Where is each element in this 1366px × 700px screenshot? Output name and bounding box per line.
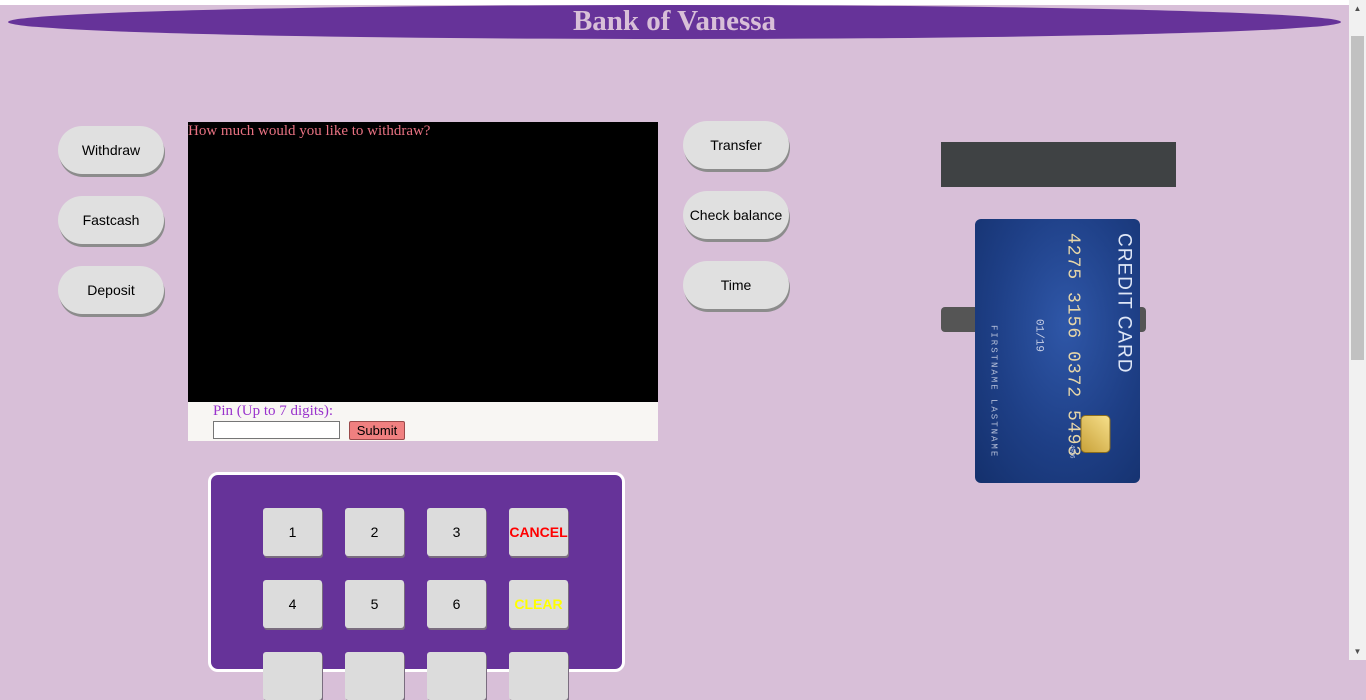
triangle-up-icon[interactable]: ▲ — [1349, 0, 1366, 17]
key-5[interactable]: 5 — [345, 580, 404, 628]
screen-message: How much would you like to withdraw? — [188, 123, 431, 139]
atm-screen: How much would you like to withdraw? — [188, 122, 658, 402]
card-holder: FIRSTNAME LASTNAME — [988, 325, 998, 459]
scrollbar-thumb[interactable] — [1351, 36, 1364, 360]
submit-button[interactable]: Submit — [349, 421, 405, 440]
cancel-button[interactable]: CANCEL — [509, 508, 568, 556]
key-4[interactable]: 4 — [263, 580, 322, 628]
withdraw-button[interactable]: Withdraw — [58, 126, 164, 174]
card-title: CREDIT CARD — [1113, 233, 1134, 374]
receipt-slot — [941, 142, 1176, 187]
fastcash-button[interactable]: Fastcash — [58, 196, 164, 244]
time-button[interactable]: Time — [683, 261, 789, 309]
card-number: 4275 3156 0372 5493 — [1062, 233, 1082, 458]
card-bank-code: 4926 — [1068, 445, 1074, 459]
key-6[interactable]: 6 — [427, 580, 486, 628]
key-row3-3[interactable] — [427, 652, 486, 700]
clear-button[interactable]: CLEAR — [509, 580, 568, 628]
card-face: CREDIT CARD 4275 3156 0372 5493 4926 01/… — [975, 219, 1140, 483]
check-balance-button[interactable]: Check balance — [683, 191, 789, 239]
chip-icon — [1080, 415, 1110, 453]
pin-input[interactable] — [213, 421, 340, 439]
key-1[interactable]: 1 — [263, 508, 322, 556]
credit-card[interactable]: CREDIT CARD 4275 3156 0372 5493 4926 01/… — [975, 219, 1140, 483]
triangle-down-icon[interactable]: ▼ — [1349, 643, 1366, 660]
pin-label: Pin (Up to 7 digits): — [213, 403, 334, 419]
transfer-button[interactable]: Transfer — [683, 121, 789, 169]
key-row3-2[interactable] — [345, 652, 404, 700]
key-2[interactable]: 2 — [345, 508, 404, 556]
vertical-scrollbar[interactable]: ▲ ▼ — [1349, 0, 1366, 660]
key-row3-1[interactable] — [263, 652, 322, 700]
page-title: Bank of Vanessa — [572, 5, 777, 37]
pin-form: Pin (Up to 7 digits): Submit — [188, 402, 658, 441]
header-banner: Bank of Vanessa — [8, 5, 1341, 39]
card-expiry: 01/19 — [1032, 319, 1044, 353]
deposit-button[interactable]: Deposit — [58, 266, 164, 314]
keypad: 1 2 3 CANCEL 4 5 6 CLEAR — [208, 472, 625, 700]
key-3[interactable]: 3 — [427, 508, 486, 556]
key-row3-4[interactable] — [509, 652, 568, 700]
